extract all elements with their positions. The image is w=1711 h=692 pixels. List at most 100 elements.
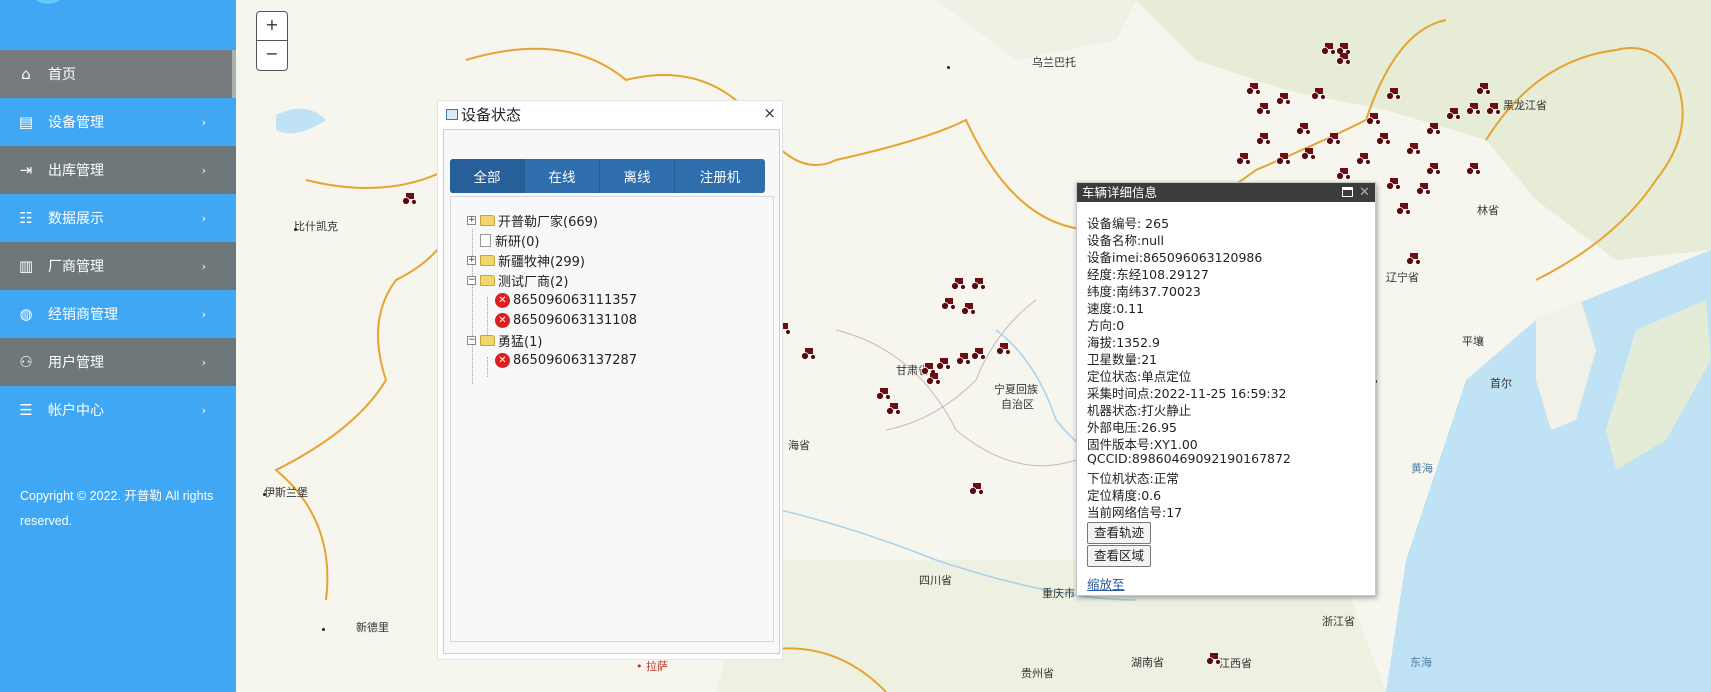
city-dot <box>322 628 325 631</box>
logo <box>28 0 68 4</box>
offline-x-icon: ✕ <box>495 352 510 368</box>
tractor-marker[interactable] <box>1296 120 1312 135</box>
chevron-right-icon: › <box>201 163 206 177</box>
tree-leaf-device[interactable]: ✕ 865096063131108 <box>495 311 637 329</box>
tractor-marker[interactable] <box>969 480 985 495</box>
view-area-button[interactable]: 查看区域 <box>1087 545 1152 567</box>
tractor-marker[interactable] <box>1416 180 1432 195</box>
tractor-marker[interactable] <box>926 370 942 385</box>
tree-node[interactable]: − 勇猛(1) <box>467 331 542 350</box>
sidebar-item-user-management[interactable]: ⚇ 用户管理 › <box>0 338 236 386</box>
expand-icon[interactable]: + <box>467 215 476 225</box>
tree-leaf-device[interactable]: ✕ 865096063111357 <box>495 291 637 309</box>
tractor-marker[interactable] <box>1396 200 1412 215</box>
tractor-marker[interactable] <box>1256 130 1272 145</box>
map-label: 平壤 <box>1462 335 1484 348</box>
tractor-marker[interactable] <box>1466 160 1482 175</box>
tractor-marker[interactable] <box>886 400 902 415</box>
maximize-icon[interactable] <box>1342 187 1353 197</box>
tractor-marker[interactable] <box>1206 650 1222 665</box>
tractor-marker[interactable] <box>1426 120 1442 135</box>
map-label: 浙江省 <box>1322 615 1355 628</box>
zoom-to-link[interactable]: 缩放至 <box>1087 574 1125 593</box>
sidebar-item-home[interactable]: ⌂ 首页 <box>0 50 236 98</box>
tractor-marker[interactable] <box>971 275 987 290</box>
sidebar-item-vendor-management[interactable]: ▥ 厂商管理 › <box>0 242 236 290</box>
tractor-marker[interactable] <box>1276 150 1292 165</box>
tree-leaf-device[interactable]: ✕ 865096063137287 <box>495 351 637 369</box>
view-track-button[interactable]: 查看轨迹 <box>1087 522 1152 544</box>
tractor-marker[interactable] <box>1301 145 1317 160</box>
zoom-out-button[interactable]: − <box>256 41 288 71</box>
tractor-marker[interactable] <box>1386 85 1402 100</box>
tractor-marker[interactable] <box>1336 50 1352 65</box>
tree-node[interactable]: 新研(0) <box>480 231 539 250</box>
tractor-marker[interactable] <box>801 345 817 360</box>
tractor-marker[interactable] <box>1276 90 1292 105</box>
tractor-marker[interactable] <box>402 190 418 205</box>
tractor-marker[interactable] <box>1376 130 1392 145</box>
map-label: 乌兰巴托 <box>1032 56 1076 69</box>
list-icon: ☷ <box>19 209 33 227</box>
export-icon: ⇥ <box>19 161 33 179</box>
tab-online[interactable]: 在线 <box>525 159 600 193</box>
tractor-marker[interactable] <box>1326 130 1342 145</box>
tractor-marker[interactable] <box>1446 105 1462 120</box>
close-icon[interactable]: ✕ <box>1359 183 1370 202</box>
city-dot <box>263 493 266 496</box>
tab-all[interactable]: 全部 <box>450 159 525 193</box>
tractor-marker[interactable] <box>951 275 967 290</box>
map-label: 江西省 <box>1219 657 1252 670</box>
map-label: 辽宁省 <box>1386 271 1419 284</box>
tractor-marker[interactable] <box>1311 85 1327 100</box>
sidebar-item-outbound-management[interactable]: ⇥ 出库管理 › <box>0 146 236 194</box>
tractor-marker[interactable] <box>971 345 987 360</box>
tractor-marker[interactable] <box>1406 250 1422 265</box>
home-icon: ⌂ <box>21 65 31 83</box>
map-label: 新德里 <box>356 621 389 634</box>
sidebar-item-dealer-management[interactable]: ◍ 经销商管理 › <box>0 290 236 338</box>
tractor-marker[interactable] <box>1366 110 1382 125</box>
tractor-marker[interactable] <box>1256 100 1272 115</box>
tractor-marker[interactable] <box>1426 160 1442 175</box>
user-list-icon: ☰ <box>19 401 33 419</box>
sidebar-item-data-display[interactable]: ☷ 数据展示 › <box>0 194 236 242</box>
tractor-marker[interactable] <box>1466 100 1482 115</box>
map-label: 海省 <box>788 439 810 452</box>
collapse-icon[interactable]: − <box>467 335 476 345</box>
vehicle-detail-popup: 车辆详细信息 ✕ 设备编号: 265 设备名称:null 设备imei:8650… <box>1076 182 1376 596</box>
tractor-marker[interactable] <box>1406 140 1422 155</box>
city-dot <box>947 66 950 69</box>
tractor-marker[interactable] <box>996 340 1012 355</box>
tree-node[interactable]: + 开普勒厂家(669) <box>467 211 598 230</box>
tractor-marker[interactable] <box>1356 150 1372 165</box>
tractor-marker[interactable] <box>1236 150 1252 165</box>
tractor-marker[interactable] <box>1246 80 1262 95</box>
zoom-in-button[interactable]: + <box>256 11 288 41</box>
tractor-marker[interactable] <box>1321 40 1337 55</box>
map-label: 宁夏回族 <box>994 383 1038 396</box>
tab-registered[interactable]: 注册机 <box>675 159 765 193</box>
tab-offline[interactable]: 离线 <box>600 159 675 193</box>
tractor-marker[interactable] <box>941 295 957 310</box>
folder-icon <box>480 214 495 226</box>
tractor-marker[interactable] <box>961 300 977 315</box>
tractor-marker[interactable] <box>936 355 952 370</box>
tree-node[interactable]: + 新疆牧神(299) <box>467 251 585 270</box>
tree-node[interactable]: − 测试厂商(2) <box>467 271 568 290</box>
chevron-right-icon: › <box>201 115 206 129</box>
close-icon[interactable]: × <box>763 104 776 122</box>
tractor-marker[interactable] <box>1336 165 1352 180</box>
sidebar-item-account-center[interactable]: ☰ 帐户中心 › <box>0 386 236 434</box>
detail-field: 当前网络信号:17 <box>1087 505 1183 520</box>
tractor-marker[interactable] <box>1476 80 1492 95</box>
collapse-icon[interactable]: − <box>467 275 476 285</box>
status-tabs: 全部 在线 离线 注册机 <box>450 159 765 193</box>
tractor-marker[interactable] <box>876 385 892 400</box>
tractor-marker[interactable] <box>956 350 972 365</box>
chevron-right-icon: › <box>201 259 206 273</box>
expand-icon[interactable]: + <box>467 255 476 265</box>
sidebar-item-device-management[interactable]: ▤ 设备管理 › <box>0 98 236 146</box>
tractor-marker[interactable] <box>1486 100 1502 115</box>
tractor-marker[interactable] <box>1386 175 1402 190</box>
